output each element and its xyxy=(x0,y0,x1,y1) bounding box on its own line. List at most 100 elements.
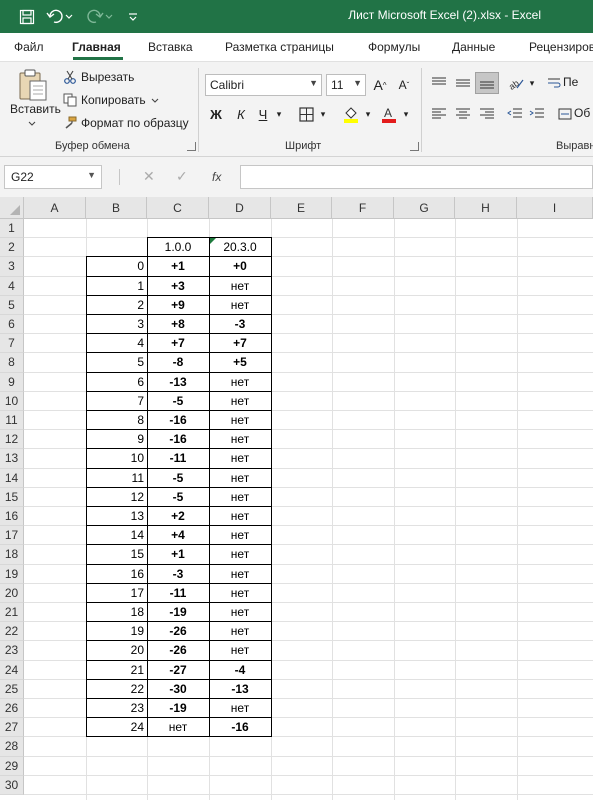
undo-dropdown-icon[interactable] xyxy=(64,6,74,28)
underline-dropdown-icon[interactable]: ▾ xyxy=(274,103,284,125)
borders-icon[interactable] xyxy=(296,103,316,125)
chevron-down-icon[interactable]: ▼ xyxy=(87,170,96,180)
fill-color-dropdown-icon[interactable]: ▾ xyxy=(363,103,373,125)
spreadsheet-grid[interactable]: A B C D E F G H I 1 2 3 4 5 6 7 8 9 10 11 12 13 14 15 16 17 18 19 20… xyxy=(0,197,593,800)
font-color-icon[interactable]: A xyxy=(378,103,400,125)
row-header-14[interactable]: 14 xyxy=(0,468,24,488)
align-middle-icon[interactable] xyxy=(452,72,474,94)
orientation-dropdown-icon[interactable]: ▾ xyxy=(527,72,537,94)
column-header-e[interactable]: E xyxy=(271,197,332,219)
align-top-icon[interactable] xyxy=(428,72,450,94)
row-header-18[interactable]: 18 xyxy=(0,545,24,565)
row-header-27[interactable]: 27 xyxy=(0,718,24,738)
undo-icon[interactable] xyxy=(44,6,66,28)
row-header-8[interactable]: 8 xyxy=(0,353,24,373)
row-header-5[interactable]: 5 xyxy=(0,295,24,315)
italic-button[interactable]: К xyxy=(230,103,252,125)
row-header-11[interactable]: 11 xyxy=(0,411,24,431)
row-header-1[interactable]: 1 xyxy=(0,219,24,239)
row-header-26[interactable]: 26 xyxy=(0,699,24,719)
row-header-15[interactable]: 15 xyxy=(0,487,24,507)
underline-button[interactable]: Ч xyxy=(254,103,272,125)
orientation-icon[interactable]: ab xyxy=(505,72,527,94)
row-header-24[interactable]: 24 xyxy=(0,660,24,680)
row-header-20[interactable]: 20 xyxy=(0,583,24,603)
font-size-combo[interactable]: 11 ▼ xyxy=(326,74,366,96)
align-left-icon[interactable] xyxy=(428,103,450,125)
row-header-21[interactable]: 21 xyxy=(0,603,24,623)
font-name-combo[interactable]: Calibri ▼ xyxy=(205,74,322,96)
select-all-button[interactable] xyxy=(0,197,24,219)
format-painter-icon[interactable] xyxy=(62,115,78,131)
align-right-icon[interactable] xyxy=(476,103,498,125)
redo-icon[interactable] xyxy=(84,6,106,28)
fill-color-icon[interactable] xyxy=(340,103,362,125)
row-header-2[interactable]: 2 xyxy=(0,238,24,258)
align-center-icon[interactable] xyxy=(452,103,474,125)
row-header-16[interactable]: 16 xyxy=(0,507,24,527)
paste-dropdown-icon[interactable] xyxy=(26,118,38,128)
chevron-down-icon[interactable]: ▼ xyxy=(353,78,362,88)
tab-formulas[interactable]: Формулы xyxy=(368,40,420,54)
row-header-13[interactable]: 13 xyxy=(0,449,24,469)
paste-button-label[interactable]: Вставить xyxy=(10,102,61,116)
customize-quick-access-icon[interactable] xyxy=(122,6,144,28)
tab-review[interactable]: Рецензиров xyxy=(529,40,593,54)
merge-center-icon[interactable] xyxy=(557,103,573,125)
copy-button[interactable]: Копировать xyxy=(81,93,146,107)
row-header-7[interactable]: 7 xyxy=(0,334,24,354)
column-header-d[interactable]: D xyxy=(209,197,271,219)
merge-center-button[interactable]: Об xyxy=(574,106,590,120)
cut-icon[interactable] xyxy=(62,69,78,85)
row-header-17[interactable]: 17 xyxy=(0,526,24,546)
tab-file[interactable]: Файл xyxy=(14,40,44,54)
bold-button[interactable]: Ж xyxy=(205,103,227,125)
insert-function-icon[interactable]: fx xyxy=(212,170,221,184)
clipboard-dialog-launcher-icon[interactable] xyxy=(187,142,196,151)
row-header-3[interactable]: 3 xyxy=(0,257,24,277)
row-header-9[interactable]: 9 xyxy=(0,372,24,392)
tab-home[interactable]: Главная xyxy=(72,40,121,54)
wrap-text-icon[interactable] xyxy=(546,72,562,94)
enter-icon[interactable]: ✓ xyxy=(176,168,188,185)
row-header-19[interactable]: 19 xyxy=(0,564,24,584)
row-header-29[interactable]: 29 xyxy=(0,756,24,776)
cancel-icon[interactable]: ✕ xyxy=(143,168,155,185)
row-header-22[interactable]: 22 xyxy=(0,622,24,642)
save-icon[interactable] xyxy=(16,6,38,28)
row-header-23[interactable]: 23 xyxy=(0,641,24,661)
cut-button[interactable]: Вырезать xyxy=(81,70,134,84)
row-header-25[interactable]: 25 xyxy=(0,679,24,699)
row-header-4[interactable]: 4 xyxy=(0,276,24,296)
borders-dropdown-icon[interactable]: ▾ xyxy=(318,103,328,125)
wrap-text-button[interactable]: Пе xyxy=(563,75,578,89)
tab-data[interactable]: Данные xyxy=(452,40,495,54)
font-color-dropdown-icon[interactable]: ▾ xyxy=(401,103,411,125)
row-header-30[interactable]: 30 xyxy=(0,775,24,795)
row-header-6[interactable]: 6 xyxy=(0,315,24,335)
copy-dropdown-icon[interactable] xyxy=(150,95,160,105)
decrease-indent-icon[interactable] xyxy=(504,103,526,125)
tab-insert[interactable]: Вставка xyxy=(148,40,193,54)
formula-input[interactable] xyxy=(240,165,593,189)
row-header-12[interactable]: 12 xyxy=(0,430,24,450)
tab-page-layout[interactable]: Разметка страницы xyxy=(225,40,334,54)
chevron-down-icon[interactable]: ▼ xyxy=(309,78,318,88)
paste-icon[interactable] xyxy=(16,68,50,102)
copy-icon[interactable] xyxy=(62,92,78,108)
align-bottom-icon[interactable] xyxy=(475,72,499,94)
format-painter-button[interactable]: Формат по образцу xyxy=(81,116,189,130)
row-header-28[interactable]: 28 xyxy=(0,737,24,757)
name-box[interactable]: G22 ▼ xyxy=(4,165,102,189)
column-header-c[interactable]: C xyxy=(147,197,209,219)
increase-indent-icon[interactable] xyxy=(526,103,548,125)
increase-font-size-icon[interactable]: A ^ xyxy=(370,74,390,96)
column-header-g[interactable]: G xyxy=(394,197,455,219)
column-header-f[interactable]: F xyxy=(332,197,394,219)
column-header-i[interactable]: I xyxy=(517,197,593,219)
redo-dropdown-icon[interactable] xyxy=(104,6,114,28)
font-dialog-launcher-icon[interactable] xyxy=(410,142,419,151)
column-header-b[interactable]: B xyxy=(86,197,147,219)
column-header-a[interactable]: A xyxy=(24,197,86,219)
row-header-10[interactable]: 10 xyxy=(0,391,24,411)
